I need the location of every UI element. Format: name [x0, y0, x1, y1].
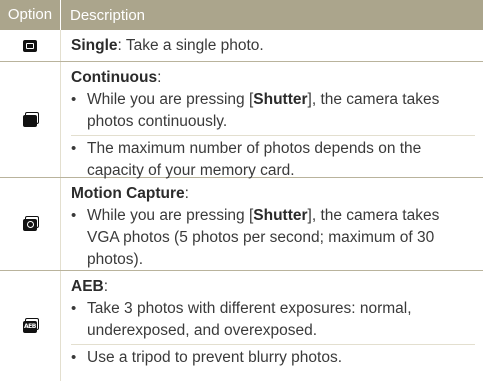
list-item: • While you are pressing [Shutter], the … [71, 89, 475, 133]
option-suffix: : [157, 69, 162, 86]
option-name: AEB [71, 278, 104, 295]
table-row-single: Single: Take a single photo. [0, 30, 483, 62]
table-row-continuous: Continuous: • While you are pressing [Sh… [0, 62, 483, 179]
continuous-shot-icon [23, 111, 39, 127]
table-header: Option Description [0, 0, 483, 30]
description-cell: AEB: • Take 3 photos with different expo… [61, 271, 483, 381]
aeb-icon: AEB [23, 318, 39, 333]
option-suffix: : [103, 278, 109, 295]
bullet-text: Take 3 photos with different exposures: … [87, 300, 412, 339]
bullet: • [71, 91, 77, 108]
bullet: • [71, 140, 77, 157]
option-suffix: : [184, 185, 189, 202]
bullet-text: While you are pressing [ [87, 207, 254, 224]
bullet-text: The maximum number of photos depends on … [87, 140, 422, 179]
motion-capture-icon [23, 216, 39, 231]
option-cell [0, 30, 61, 61]
table-row-aeb: AEB AEB: • Take 3 photos with different … [0, 271, 483, 381]
description-cell: Single: Take a single photo. [61, 30, 483, 61]
option-text: : Take a single photo. [117, 37, 264, 54]
drive-mode-table: Option Description Single: Take a single… [0, 0, 483, 381]
bullet: • [71, 349, 77, 366]
option-column-header: Option [0, 0, 61, 30]
aeb-icon-label: AEB [24, 323, 36, 330]
option-cell [0, 178, 61, 270]
shutter-key-label: Shutter [253, 91, 308, 108]
bullet: • [71, 300, 77, 317]
bullet-text: While you are pressing [ [87, 91, 254, 108]
description-column-header: Description [70, 6, 146, 24]
list-item: • The maximum number of photos depends o… [71, 135, 475, 182]
description-cell: Continuous: • While you are pressing [Sh… [61, 62, 483, 179]
option-name: Motion Capture [71, 185, 185, 202]
shutter-key-label: Shutter [253, 207, 308, 224]
description-cell: Motion Capture: • While you are pressing… [61, 178, 483, 270]
list-item: • Take 3 photos with different exposures… [71, 298, 475, 342]
option-cell: AEB [0, 271, 61, 381]
table-row-motion-capture: Motion Capture: • While you are pressing… [0, 178, 483, 271]
bullet: • [71, 207, 77, 224]
list-item: • Use a tripod to prevent blurry photos. [71, 344, 475, 369]
bullet-text: Use a tripod to prevent blurry photos. [87, 349, 343, 366]
option-cell [0, 62, 61, 177]
option-name: Continuous [71, 69, 158, 86]
option-name: Single [71, 37, 118, 54]
single-shot-icon [23, 39, 37, 52]
list-item: • While you are pressing [Shutter], the … [71, 205, 475, 271]
